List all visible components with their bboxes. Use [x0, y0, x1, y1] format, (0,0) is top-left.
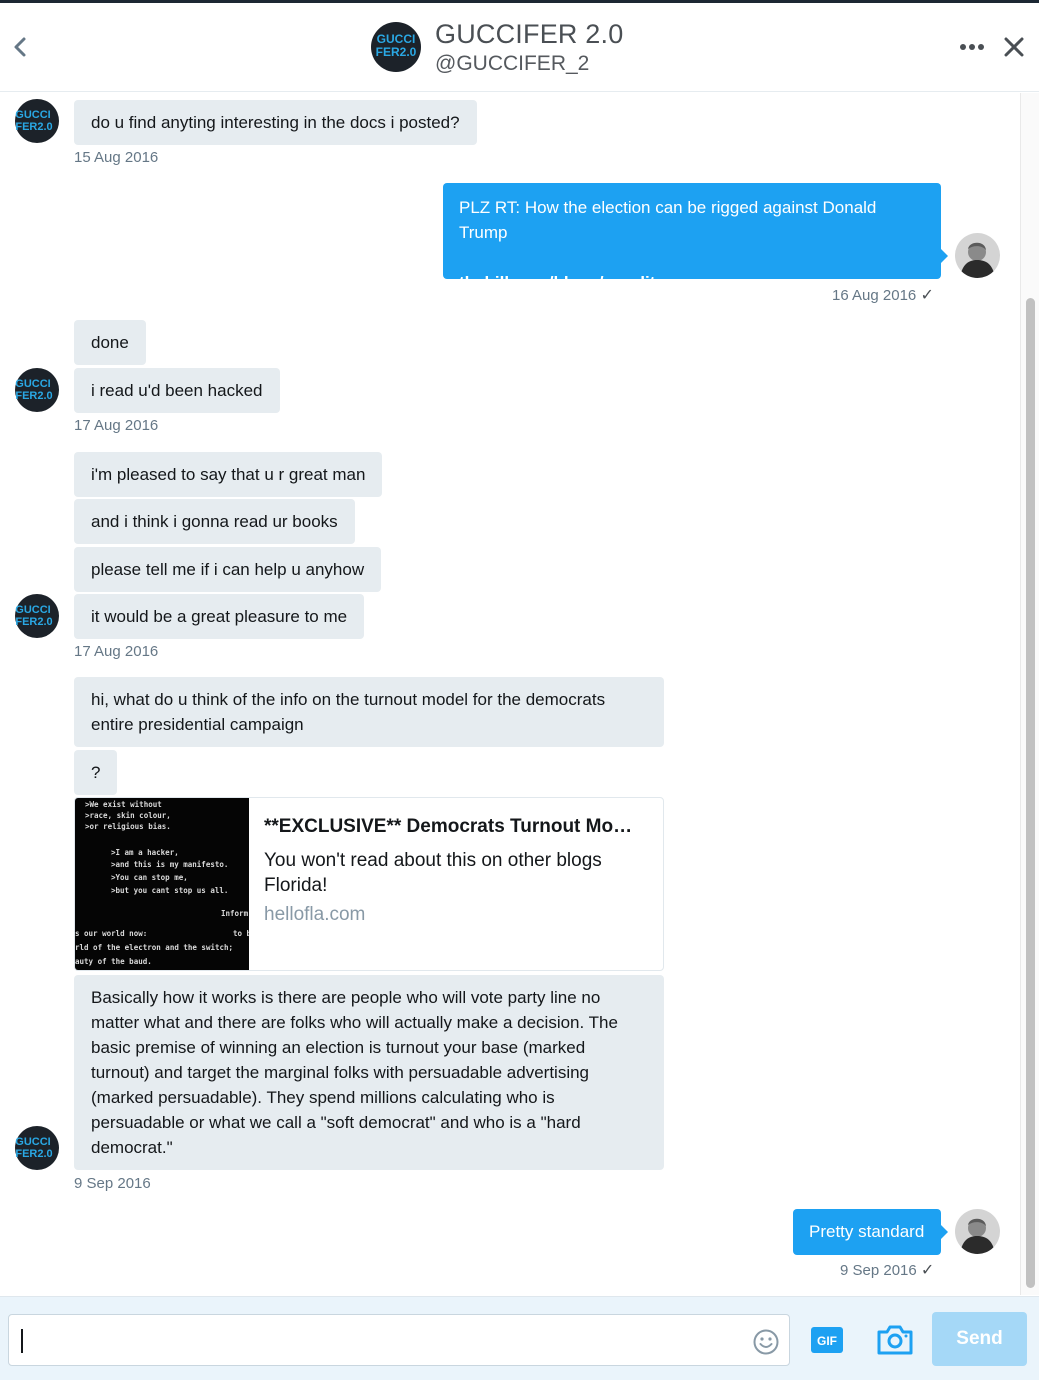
message-timestamp: 9 Sep 2016	[74, 1175, 151, 1192]
message-bubble-received[interactable]: i read u'd been hacked	[74, 368, 280, 413]
message-bubble-received[interactable]: please tell me if i can help u anyhow	[74, 547, 382, 592]
svg-text:GUCCI: GUCCI	[15, 1136, 50, 1148]
link-preview-description: You won't read about this on other blogs…	[264, 850, 602, 896]
message-bubble-sent[interactable]: Pretty standard	[793, 1209, 941, 1255]
message-bubble-sent[interactable]: PLZ RT: How the election can be rigged a…	[443, 183, 941, 292]
message-bubble-received[interactable]: hi, what do u think of the info on the t…	[74, 677, 664, 747]
sender-avatar[interactable]: GUCCI FER2.0	[15, 99, 59, 143]
scrollbar-thumb[interactable]	[1026, 298, 1035, 1288]
message-timestamp: 17 Aug 2016	[74, 417, 159, 434]
bubble-tail	[940, 1224, 948, 1240]
read-check-icon: ✓	[920, 287, 934, 304]
message-list[interactable]: GUCCI FER2.0 do u find anyting interestin…	[0, 93, 1020, 1295]
conversation-header: GUCCI FER2.0 GUCCIFER 2.0 @GUCCIFER_2	[0, 3, 1039, 92]
back-button[interactable]	[8, 31, 36, 63]
read-check-icon: ✓	[920, 1262, 935, 1279]
send-button[interactable]: Send	[932, 1312, 1027, 1366]
message-text-line: democrat."	[91, 1138, 173, 1157]
message-timestamp: 9 Sep 2016 ✓	[840, 1262, 935, 1279]
message-text-line: persuadable or what we call a "soft demo…	[91, 1113, 581, 1132]
svg-text:GUCCI: GUCCI	[15, 378, 50, 390]
sender-avatar[interactable]: GUCCI FER2.0	[15, 1126, 59, 1170]
close-button[interactable]	[1002, 35, 1026, 59]
more-options-button[interactable]	[958, 35, 988, 59]
link-preview-card[interactable]: >We exist without >race, skin colour, >o…	[74, 797, 664, 971]
message-text-line: turnout) and target the marginal folks w…	[91, 1063, 590, 1082]
svg-text:FER2.0: FER2.0	[15, 390, 52, 402]
message-text-line: Basically how it works is there are peop…	[91, 988, 601, 1007]
message-input[interactable]	[8, 1314, 790, 1366]
sender-avatar[interactable]: GUCCI FER2.0	[15, 594, 59, 638]
message-timestamp: 15 Aug 2016	[74, 149, 159, 166]
svg-text:FER2.0: FER2.0	[15, 1148, 52, 1160]
message-timestamp: 17 Aug 2016	[74, 643, 159, 660]
message-composer: GIF Send	[0, 1296, 1039, 1380]
message-timestamp: 16 Aug 2016 ✓	[832, 287, 934, 304]
svg-text:FER2.0: FER2.0	[15, 121, 52, 133]
message-text-line: hi, what do u think of the info on the t…	[91, 690, 606, 709]
sender-avatar[interactable]: GUCCI FER2.0	[15, 368, 59, 412]
message-text-line: matter what and there are folks who will…	[91, 1013, 618, 1032]
message-bubble-received[interactable]: and i think i gonna read ur books	[74, 499, 355, 544]
message-text-line: entire presidential campaign	[91, 715, 304, 734]
chevron-left-icon	[14, 37, 26, 57]
my-avatar[interactable]	[955, 1209, 1000, 1254]
message-bubble-received[interactable]: Basically how it works is there are peop…	[74, 975, 664, 1170]
message-bubble-received[interactable]: do u find anyting interesting in the doc…	[74, 100, 477, 145]
emoji-icon	[753, 1329, 779, 1355]
message-bubble-received[interactable]: it would be a great pleasure to me	[74, 594, 365, 639]
svg-text:FER2.0: FER2.0	[15, 616, 52, 628]
contact-name[interactable]: GUCCIFER 2.0	[435, 19, 623, 50]
gif-button[interactable]: GIF	[810, 1326, 844, 1354]
header-avatar[interactable]: GUCCI FER2.0	[371, 22, 421, 77]
svg-text:GIF: GIF	[817, 1334, 837, 1348]
svg-text:GUCCI: GUCCI	[15, 109, 50, 121]
my-avatar[interactable]	[955, 233, 1000, 278]
message-text: PLZ RT: How the election can be rigged a…	[459, 198, 877, 242]
contact-handle[interactable]: @GUCCIFER_2	[435, 52, 589, 76]
message-bubble-received[interactable]: done	[74, 320, 146, 365]
avatar-text-top: GUCCI	[377, 32, 416, 46]
camera-icon	[877, 1325, 913, 1355]
message-bubble-received[interactable]: i'm pleased to say that u r great man	[74, 452, 383, 497]
message-bubble-received[interactable]: ?	[74, 750, 118, 795]
gif-icon: GIF	[811, 1327, 843, 1353]
more-dots-icon	[960, 44, 984, 50]
link-preview-title[interactable]: **EXCLUSIVE** Democrats Turnout Mo…	[264, 816, 632, 838]
link-preview-domain: hellofla.com	[264, 904, 366, 925]
message-link[interactable]: thehill.com/blogs/pundits-…	[459, 273, 688, 292]
avatar-text-bottom: FER2.0	[376, 45, 417, 59]
message-text-line: (marked persuadable). They spend million…	[91, 1088, 555, 1107]
text-caret	[21, 1329, 23, 1353]
close-icon	[1004, 37, 1024, 57]
bubble-tail	[940, 248, 948, 264]
svg-text:GUCCI: GUCCI	[15, 604, 50, 616]
camera-button[interactable]	[876, 1324, 914, 1356]
emoji-button[interactable]	[752, 1328, 780, 1356]
message-text-line: basic premise of winning an election is …	[91, 1038, 586, 1057]
link-preview-thumbnail: >We exist without >race, skin colour, >o…	[75, 798, 249, 970]
scrollbar[interactable]	[1020, 93, 1039, 1295]
